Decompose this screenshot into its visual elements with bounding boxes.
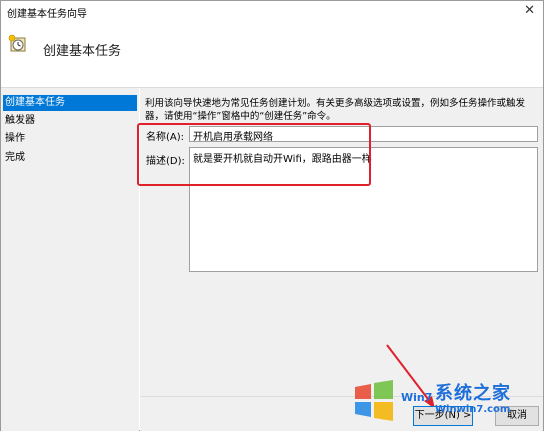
- arrow-annotation: [386, 344, 435, 409]
- watermark-brand: 系统之家: [435, 383, 511, 404]
- watermark-prefix: Win7: [401, 391, 433, 404]
- wizard-window: 创建基本任务向导 ✕ 创建基本任务 创建基本任务 触发器 操作 完成 利用该向导…: [0, 0, 544, 431]
- watermark-url: Winwin7.com: [435, 404, 511, 415]
- windows-logo-icon: [355, 380, 393, 421]
- site-watermark: 系统之家 Winwin7.com Win7: [345, 371, 543, 429]
